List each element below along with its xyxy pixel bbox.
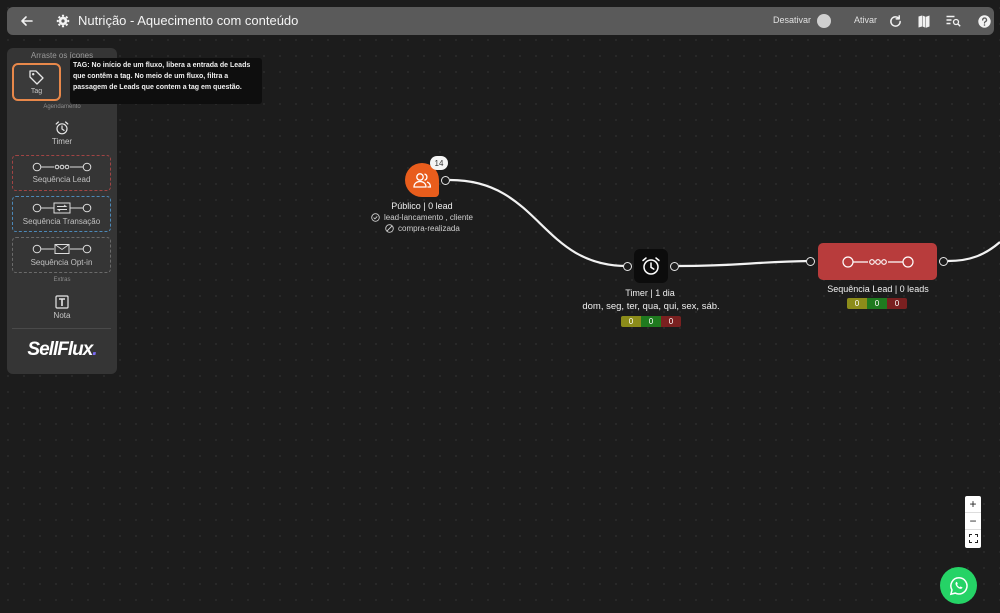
public-output-handle[interactable] (441, 176, 450, 185)
check-circle-icon (371, 213, 380, 222)
sequence-input-handle[interactable] (806, 257, 815, 266)
timer-node-label: Timer | 1 dia (625, 288, 675, 298)
edge-public-timer (449, 178, 628, 268)
sequence-counters: 0 0 0 (847, 298, 907, 309)
public-include-tags-text: lead-lancamento , cliente (384, 213, 473, 222)
whatsapp-button[interactable] (940, 567, 977, 604)
public-include-tags: lead-lancamento , cliente (371, 213, 473, 222)
zoom-out-button[interactable]: − (965, 513, 981, 530)
edge-timer-sequence (678, 259, 811, 268)
public-exclude-tags: compra-realizada (385, 224, 460, 233)
whatsapp-icon (949, 576, 968, 595)
counter-green: 0 (867, 298, 887, 309)
public-exclude-tags-text: compra-realizada (398, 224, 460, 233)
sequence-lead-icon (841, 255, 914, 268)
timer-input-handle[interactable] (623, 262, 632, 271)
users-icon (413, 173, 432, 188)
zoom-controls: + − (965, 496, 981, 548)
counter-yellow: 0 (621, 316, 641, 327)
zoom-in-button[interactable]: + (965, 496, 981, 513)
public-node-label: Público | 0 lead (391, 201, 453, 211)
timer-node[interactable] (634, 249, 668, 283)
ban-icon (385, 224, 394, 233)
counter-yellow: 0 (847, 298, 867, 309)
fit-view-icon (968, 534, 978, 543)
sequence-lead-node[interactable] (818, 243, 937, 280)
sequence-node-label: Sequência Lead | 0 leads (827, 284, 929, 294)
public-node-badge: 14 (430, 156, 448, 170)
edge-sequence-next (947, 241, 1000, 263)
counter-red: 0 (661, 316, 681, 327)
timer-counters: 0 0 0 (621, 316, 681, 327)
sequence-output-handle[interactable] (939, 257, 948, 266)
counter-red: 0 (887, 298, 907, 309)
timer-days: dom, seg, ter, qua, qui, sex, sáb. (582, 301, 720, 312)
counter-green: 0 (641, 316, 661, 327)
alarm-clock-icon (642, 257, 660, 275)
timer-output-handle[interactable] (670, 262, 679, 271)
fit-view-button[interactable] (965, 530, 981, 547)
